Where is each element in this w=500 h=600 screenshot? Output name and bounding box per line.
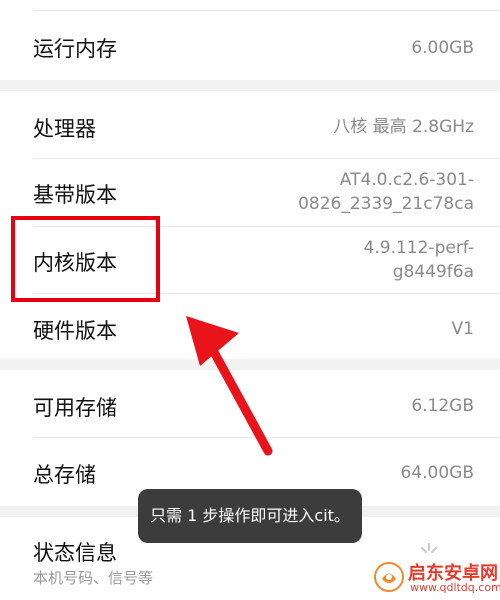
loading-spinner-icon bbox=[421, 543, 437, 553]
kernel-highlight-box bbox=[11, 216, 160, 302]
status-info-label: 状态信息 bbox=[33, 541, 117, 565]
storage-section: 可用存储 6.12GB 总存储 64.00GB bbox=[0, 370, 500, 506]
watermark: 启东安卓网 www.qdltdq.com bbox=[370, 556, 500, 600]
qidong-logo-icon bbox=[374, 562, 404, 592]
available-storage-value: 6.12GB bbox=[411, 396, 474, 416]
total-storage-label: 总存储 bbox=[33, 463, 96, 487]
watermark-url: www.qdltdq.com bbox=[410, 581, 500, 594]
memory-section: 运行内存 6.00GB bbox=[0, 0, 500, 80]
row-available-storage[interactable]: 可用存储 6.12GB bbox=[0, 370, 500, 437]
kernel-value-line2: g8449f6a bbox=[392, 262, 474, 282]
hardware-version-value: V1 bbox=[451, 319, 474, 339]
processor-label: 处理器 bbox=[33, 117, 96, 141]
total-storage-value: 64.00GB bbox=[400, 463, 474, 483]
baseband-value-line1: AT4.0.c2.6-301- bbox=[339, 170, 474, 190]
toast-message: 只需 1 步操作即可进入cit。 bbox=[138, 489, 362, 543]
row-processor[interactable]: 处理器 八核 最高 2.8GHz bbox=[0, 91, 500, 158]
kernel-value-line1: 4.9.112-perf- bbox=[363, 238, 474, 258]
available-storage-label: 可用存储 bbox=[33, 396, 117, 420]
status-info-subtitle: 本机号码、信号等 bbox=[33, 569, 154, 587]
row-ram[interactable]: 运行内存 6.00GB bbox=[0, 11, 500, 80]
baseband-value-line2: 0826_2339_21c78ca bbox=[298, 194, 474, 214]
ram-label: 运行内存 bbox=[33, 37, 117, 61]
about-phone-page: 运行内存 6.00GB 处理器 八核 最高 2.8GHz 基带版本 AT4.0.… bbox=[0, 0, 500, 600]
hardware-version-label: 硬件版本 bbox=[33, 319, 117, 343]
processor-value: 八核 最高 2.8GHz bbox=[333, 117, 474, 137]
baseband-label: 基带版本 bbox=[33, 183, 117, 207]
ram-value: 6.00GB bbox=[411, 38, 474, 58]
row-hardware-version[interactable]: 硬件版本 V1 bbox=[0, 294, 500, 359]
